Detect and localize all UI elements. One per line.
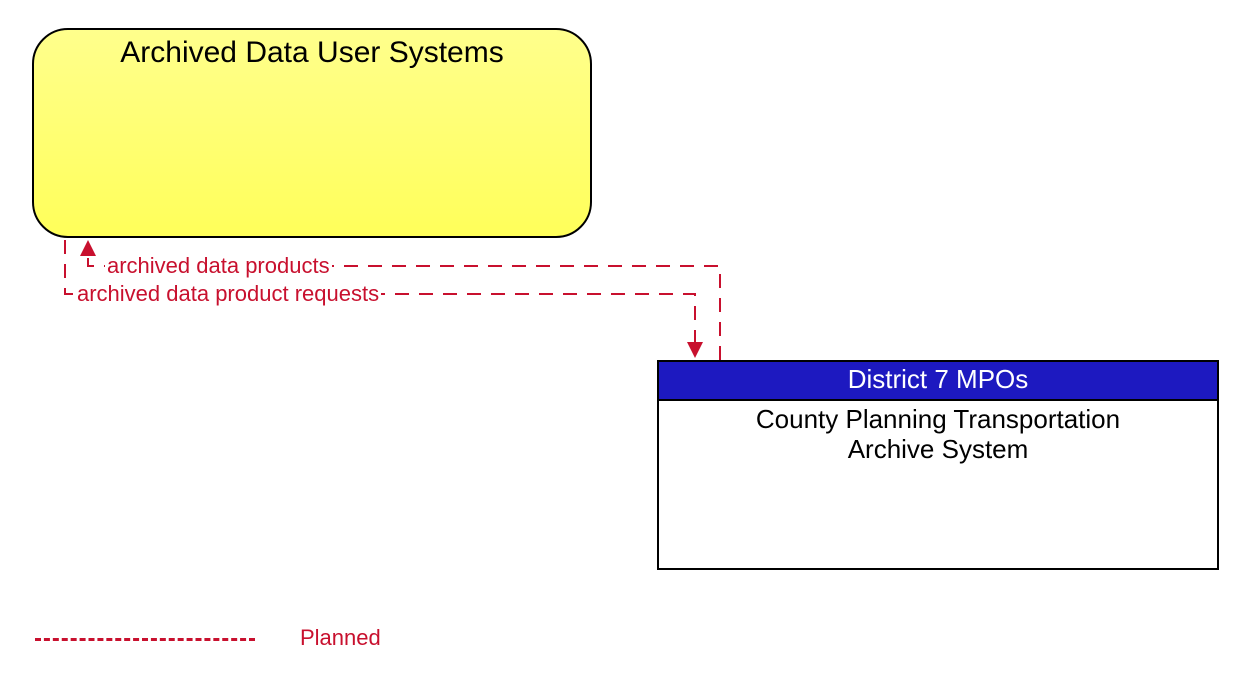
legend-planned-line (35, 638, 255, 641)
legend-planned-text: Planned (300, 625, 381, 651)
district-7-mpos-header: District 7 MPOs (659, 362, 1217, 401)
archived-data-user-systems-box: Archived Data User Systems (32, 28, 592, 238)
county-planning-body: County Planning Transportation Archive S… (659, 401, 1217, 465)
county-planning-line1: County Planning Transportation (659, 405, 1217, 435)
county-planning-line2: Archive System (659, 435, 1217, 465)
flow-label-archived-data-product-requests: archived data product requests (75, 281, 381, 307)
flow-label-archived-data-products: archived data products (105, 253, 332, 279)
archived-data-user-systems-title: Archived Data User Systems (34, 30, 590, 70)
district-7-mpos-box: District 7 MPOs County Planning Transpor… (657, 360, 1219, 570)
